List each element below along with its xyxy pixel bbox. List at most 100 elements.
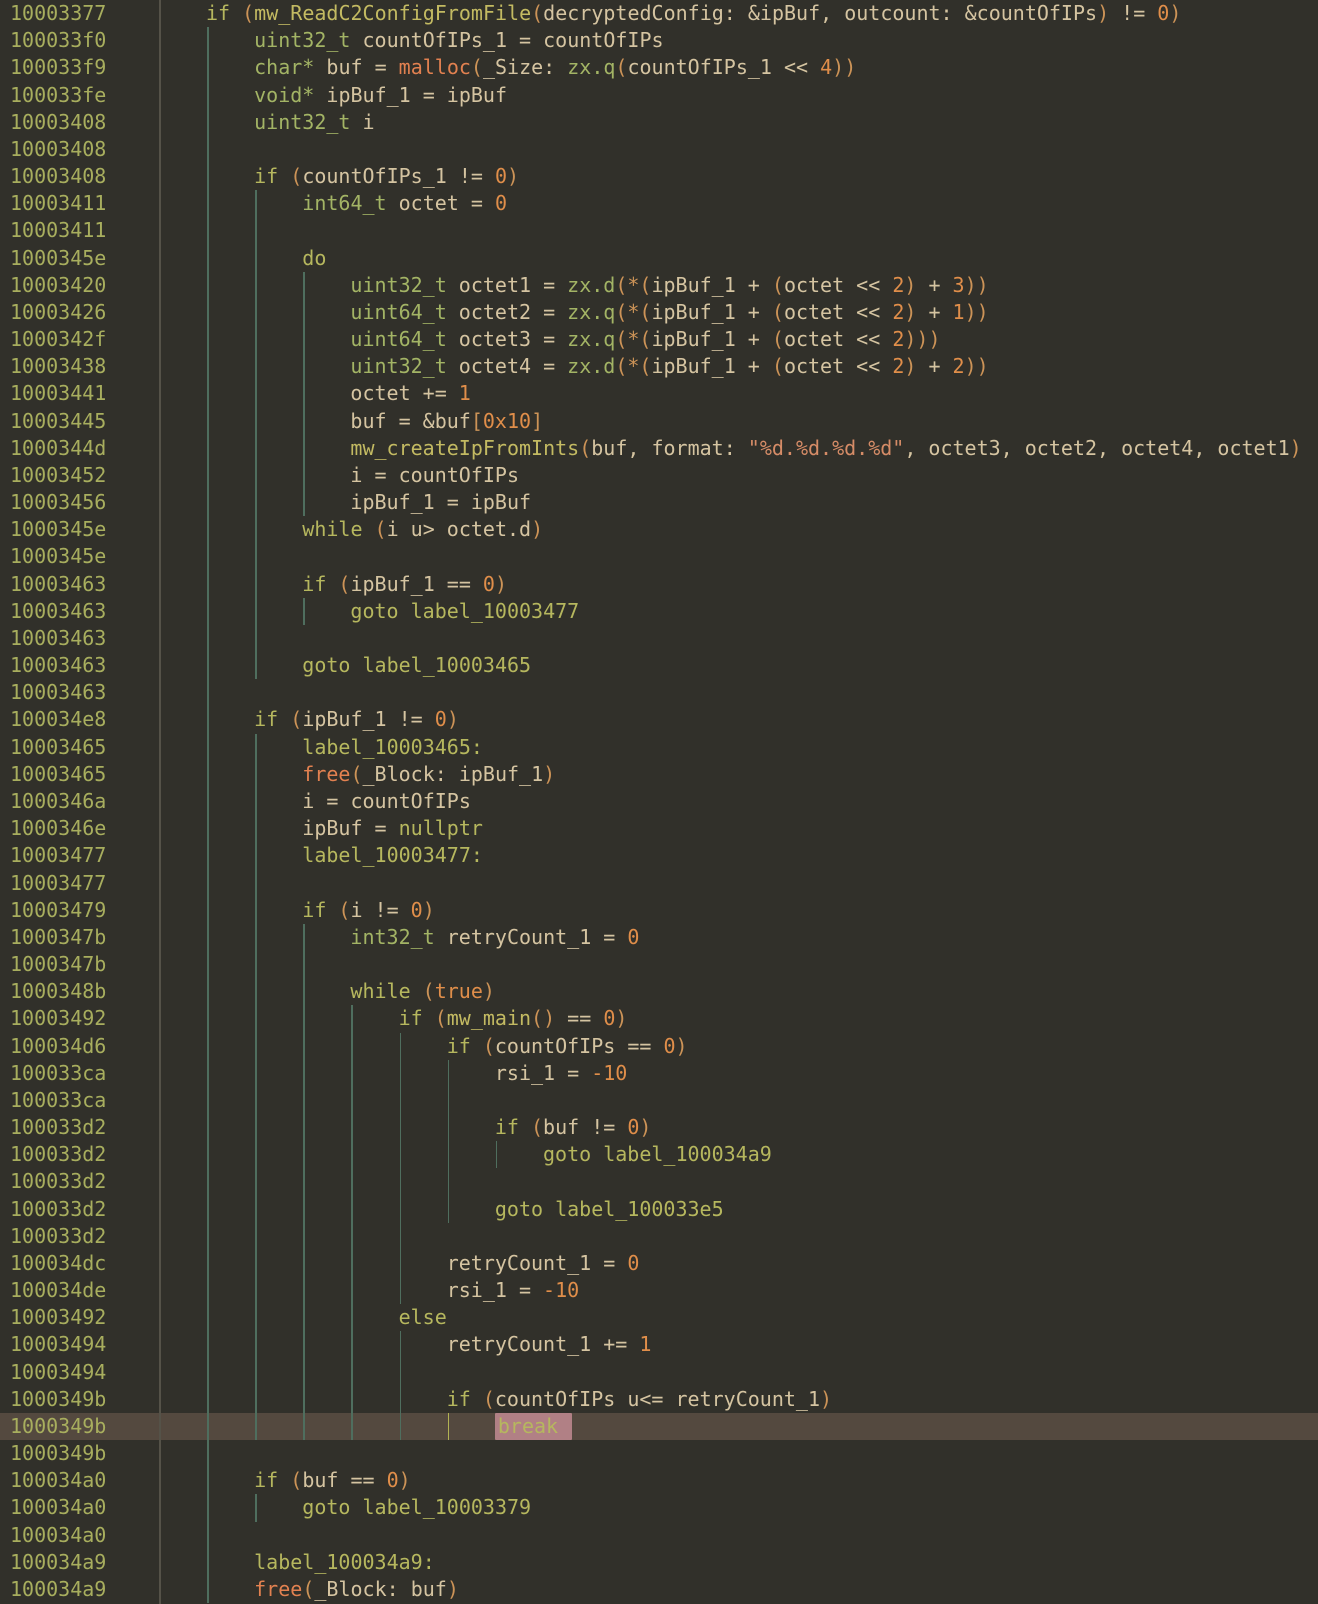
token-p: ( (350, 761, 363, 786)
code-line[interactable]: 10003438 uint32_t octet4 = zx.d(*(ipBuf_1… (0, 353, 1318, 381)
code-line[interactable]: 10003411 (0, 217, 1318, 245)
code-line[interactable]: 100033ca rsi_1 = -10 (0, 1059, 1318, 1087)
code-line[interactable]: 1000345e do (0, 244, 1318, 272)
indent-guide (255, 461, 257, 490)
code-line[interactable]: 10003452 i = countOfIPs (0, 461, 1318, 490)
code-line[interactable]: 100034a0 if (buf == 0) (0, 1467, 1318, 1495)
code-line[interactable]: 10003463 goto label_10003477 (0, 597, 1318, 625)
indent-guide (351, 1141, 353, 1169)
code-line[interactable]: 10003463 (0, 624, 1318, 653)
line-address: 100033fe (10, 82, 107, 107)
code-line[interactable]: 10003477 (0, 869, 1318, 897)
code-text: if (buf == 0) (254, 1467, 411, 1494)
token-p: ))) (904, 327, 941, 352)
code-line[interactable]: 100033d2 if (buf != 0) (0, 1114, 1318, 1142)
code-line[interactable]: 1000349b if (countOfIPs u<= retryCount_1) (0, 1385, 1318, 1413)
code-line[interactable]: 100034dc retryCount_1 = 0 (0, 1249, 1318, 1278)
code-line[interactable]: 10003465 free(_Block: ipBuf_1) (0, 760, 1318, 788)
code-line[interactable]: 10003408 uint32_t i (0, 108, 1318, 136)
line-address: 1000345e (10, 544, 107, 569)
token-kw: goto label_100034a9 (543, 1142, 772, 1167)
indent-guide (207, 869, 209, 897)
indent-guide (303, 1032, 305, 1060)
code-line[interactable]: 10003377 if (mw_ReadC2ConfigFromFile(decr… (0, 0, 1318, 27)
token-kw: goto label_10003477 (350, 598, 580, 623)
code-line[interactable]: 1000344d mw_createIpFromInts(buf, format:… (0, 434, 1318, 462)
code-line[interactable]: 100034d6 if (countOfIPs == 0) (0, 1032, 1318, 1060)
code-line[interactable]: 100033d2 (0, 1168, 1318, 1196)
token-p: ) (446, 707, 459, 732)
code-line[interactable]: 100033f0 uint32_t countOfIPs_1 = countOfI… (0, 27, 1318, 55)
code-line[interactable]: 10003445 buf = &buf[0x10] (0, 407, 1318, 435)
code-text: if (countOfIPs_1 != 0) (254, 163, 519, 190)
token-n: 0 (627, 1115, 640, 1140)
code-line[interactable]: 10003494 (0, 1358, 1318, 1386)
code-line[interactable]: 100033d2 (0, 1222, 1318, 1250)
code-line[interactable]: 10003426 uint64_t octet2 = zx.q(*(ipBuf_1… (0, 298, 1318, 327)
code-line[interactable]: 10003492 if (mw_main() == 0) (0, 1005, 1318, 1033)
code-line[interactable]: 100033fe void* ipBuf_1 = ipBuf (0, 81, 1318, 109)
code-line[interactable]: 1000342f uint64_t octet3 = zx.q(*(ipBuf_1… (0, 326, 1318, 354)
indent-guide (207, 163, 209, 191)
line-address: 100033ca (10, 1060, 107, 1085)
code-line[interactable]: 10003463 if (ipBuf_1 == 0) (0, 570, 1318, 598)
code-line-selected[interactable]: 1000349b break (0, 1412, 1318, 1441)
code-line[interactable]: 100034de rsi_1 = -10 (0, 1277, 1318, 1305)
code-line[interactable]: 100033d2 goto label_100033e5 (0, 1195, 1318, 1223)
code-line[interactable]: 1000346a i = countOfIPs (0, 787, 1318, 816)
code-line[interactable]: 10003420 uint32_t octet1 = zx.d(*(ipBuf_1… (0, 271, 1318, 299)
token-ty: uint64_t (350, 299, 447, 324)
code-line[interactable]: 1000347b (0, 951, 1318, 979)
code-line[interactable]: 100034a0 (0, 1521, 1318, 1549)
code-line[interactable]: 10003494 retryCount_1 += 1 (0, 1331, 1318, 1359)
code-line[interactable]: 1000345e while (i u> octet.d) (0, 516, 1318, 544)
code-line[interactable]: 100033d2 goto label_100034a9 (0, 1141, 1318, 1169)
token-v: i = countOfIPs (350, 462, 519, 487)
token-v: == (555, 1006, 604, 1031)
token-p: ( (615, 55, 628, 80)
code-line[interactable]: 10003479 if (i != 0) (0, 896, 1318, 924)
indent-guide (207, 570, 209, 598)
code-line[interactable]: 1000345e (0, 543, 1318, 571)
code-line[interactable]: 1000348b while (true) (0, 978, 1318, 1006)
selected-token[interactable]: break (494, 1412, 573, 1440)
indent-guide (207, 1304, 209, 1332)
line-address: 10003445 (10, 408, 107, 433)
code-line[interactable]: 10003408 if (countOfIPs_1 != 0) (0, 163, 1318, 191)
code-line[interactable]: 100033ca (0, 1086, 1318, 1115)
indent-guide (207, 1440, 209, 1468)
indent-guide (255, 951, 257, 979)
indent-guide (351, 1249, 353, 1278)
indent-guide (351, 1385, 353, 1413)
code-line[interactable]: 10003463 (0, 679, 1318, 707)
code-line[interactable]: 10003463 goto label_10003465 (0, 652, 1318, 680)
code-line[interactable]: 10003477 label_10003477: (0, 842, 1318, 870)
indent-guide (255, 1304, 257, 1332)
indent-guide (207, 27, 209, 55)
code-line[interactable]: 1000349b (0, 1440, 1318, 1468)
indent-guide (255, 1331, 257, 1359)
code-line[interactable]: 100034a9 label_100034a9: (0, 1548, 1318, 1576)
code-line[interactable]: 100034a0 goto label_10003379 (0, 1494, 1318, 1522)
code-line[interactable]: 10003441 octet += 1 (0, 380, 1318, 408)
code-line[interactable]: 10003411 int64_t octet = 0 (0, 190, 1318, 218)
indent-guide (303, 597, 305, 625)
token-n: 0 (603, 1006, 616, 1031)
indent-guide (207, 652, 209, 680)
code-line[interactable]: 100034a9 free(_Block: buf) (0, 1575, 1318, 1604)
line-address: 1000348b (10, 979, 107, 1004)
code-line[interactable]: 10003465 label_10003465: (0, 733, 1318, 761)
code-line[interactable]: 10003492 else (0, 1304, 1318, 1332)
indent-guide (255, 1114, 257, 1142)
code-line[interactable]: 100033f9 char* buf = malloc(_Size: zx.q(c… (0, 54, 1318, 82)
indent-guide (351, 1195, 353, 1223)
code-line[interactable]: 100034e8 if (ipBuf_1 != 0) (0, 706, 1318, 734)
code-line[interactable]: 10003456 ipBuf_1 = ipBuf (0, 489, 1318, 517)
code-line[interactable]: 1000346e ipBuf = nullptr (0, 815, 1318, 843)
code-line[interactable]: 1000347b int32_t retryCount_1 = 0 (0, 923, 1318, 952)
code-line[interactable]: 10003408 (0, 135, 1318, 164)
line-address: 1000347b (10, 952, 107, 977)
indent-guide (255, 733, 257, 761)
indent-guide (207, 1412, 209, 1441)
token-kw: while (302, 517, 375, 542)
